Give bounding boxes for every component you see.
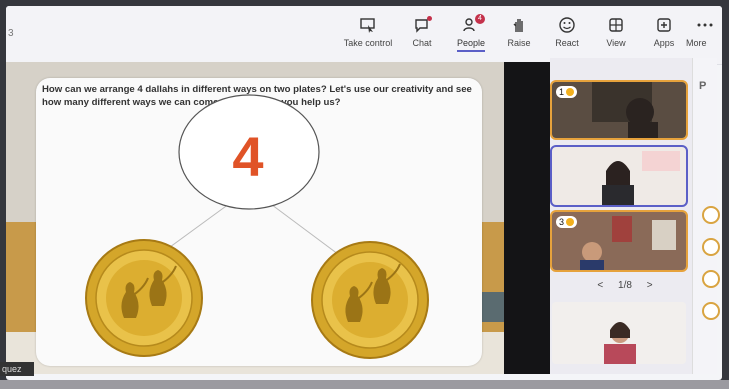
participant-avatar[interactable] xyxy=(702,238,720,256)
pager-prev-button[interactable]: < xyxy=(597,280,603,291)
raised-hand-icon xyxy=(566,218,575,226)
participant-video xyxy=(552,302,686,364)
photo-bottom-edge xyxy=(0,380,729,389)
react-button[interactable]: React xyxy=(539,16,595,48)
take-control-button[interactable]: Take control xyxy=(340,16,396,48)
raise-hand-icon xyxy=(510,16,528,34)
pager-next-button[interactable]: > xyxy=(647,280,653,291)
corner-label: quez xyxy=(0,362,34,376)
pager-text: 1/8 xyxy=(618,280,632,291)
right-plate xyxy=(311,241,429,359)
participant-avatar[interactable] xyxy=(702,206,720,224)
participant-avatar[interactable] xyxy=(702,270,720,288)
take-control-icon xyxy=(359,16,377,34)
participant-avatar[interactable] xyxy=(702,302,720,320)
more-button[interactable]: More xyxy=(686,16,722,48)
question-slide-card: How can we arrange 4 dallahs in differen… xyxy=(36,78,482,366)
whole-number: 4 xyxy=(232,125,264,188)
shared-screen-stage: How can we arrange 4 dallahs in differen… xyxy=(6,62,504,374)
number-bond-diagram xyxy=(85,94,429,359)
toolbar-left-fragment: 3 xyxy=(8,28,14,39)
raised-hand-icon xyxy=(566,88,575,96)
people-side-panel: P xyxy=(692,58,720,374)
participant-tile-2[interactable] xyxy=(550,145,688,207)
participant-video xyxy=(552,147,686,205)
chat-unread-dot xyxy=(427,16,432,21)
meeting-toolbar: 3 Take control Chat 4 People Raise React… xyxy=(6,6,722,65)
apps-button[interactable]: Apps xyxy=(636,16,692,48)
stage-divider xyxy=(504,62,550,374)
apps-icon xyxy=(655,16,673,34)
view-icon xyxy=(607,16,625,34)
participant-tile-1[interactable]: 1 xyxy=(550,80,688,140)
gallery-pager: < 1/8 > xyxy=(590,280,660,291)
participant-badge: 1 xyxy=(556,86,578,98)
chat-button[interactable]: Chat xyxy=(394,16,450,48)
left-plate xyxy=(85,239,203,357)
participant-tile-4[interactable] xyxy=(552,302,686,364)
more-icon xyxy=(696,16,714,34)
participant-badge: 3 xyxy=(556,216,578,228)
people-count-badge: 4 xyxy=(475,14,485,24)
side-panel-header: P xyxy=(699,80,707,92)
participant-tile-3[interactable]: 3 xyxy=(550,210,688,272)
react-icon xyxy=(558,16,576,34)
